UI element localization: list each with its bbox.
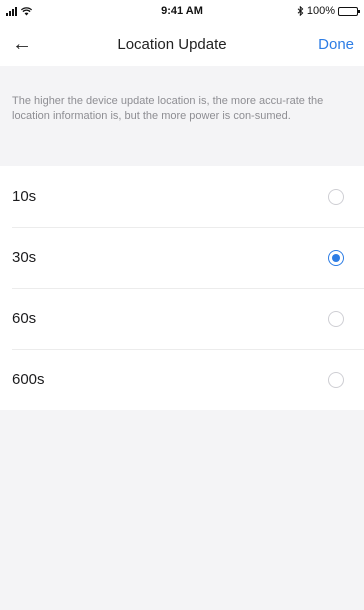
interval-option-list: 10s 30s 60s 600s [0,166,364,410]
radio-button[interactable] [328,249,344,266]
wifi-icon [21,6,32,15]
status-right: 100% [248,5,364,17]
status-left [0,6,116,16]
radio-button[interactable] [328,188,344,205]
battery-percent: 100% [306,5,335,17]
option-row-30s[interactable]: 30s [0,227,364,288]
option-label: 10s [12,188,37,205]
done-button[interactable]: Done [300,36,364,53]
page-title: Location Update [117,35,227,53]
radio-button[interactable] [328,310,344,327]
option-label: 60s [12,310,37,327]
back-button[interactable]: ← [0,22,44,66]
status-bar: 9:41 AM 100% [0,0,364,22]
status-time: 9:41 AM [161,5,203,17]
bluetooth-icon [297,6,304,16]
option-row-600s[interactable]: 600s [0,349,364,410]
option-label: 30s [12,249,37,266]
option-row-60s[interactable]: 60s [0,288,364,349]
option-label: 600s [12,371,45,388]
description-text: The higher the device update location is… [12,95,324,122]
signal-icon [6,6,17,16]
nav-bar: ← Location Update Done [0,22,364,66]
option-row-10s[interactable]: 10s [0,166,364,227]
battery-icon [338,6,360,16]
arrow-left-icon: ← [12,32,32,55]
radio-button[interactable] [328,371,344,388]
